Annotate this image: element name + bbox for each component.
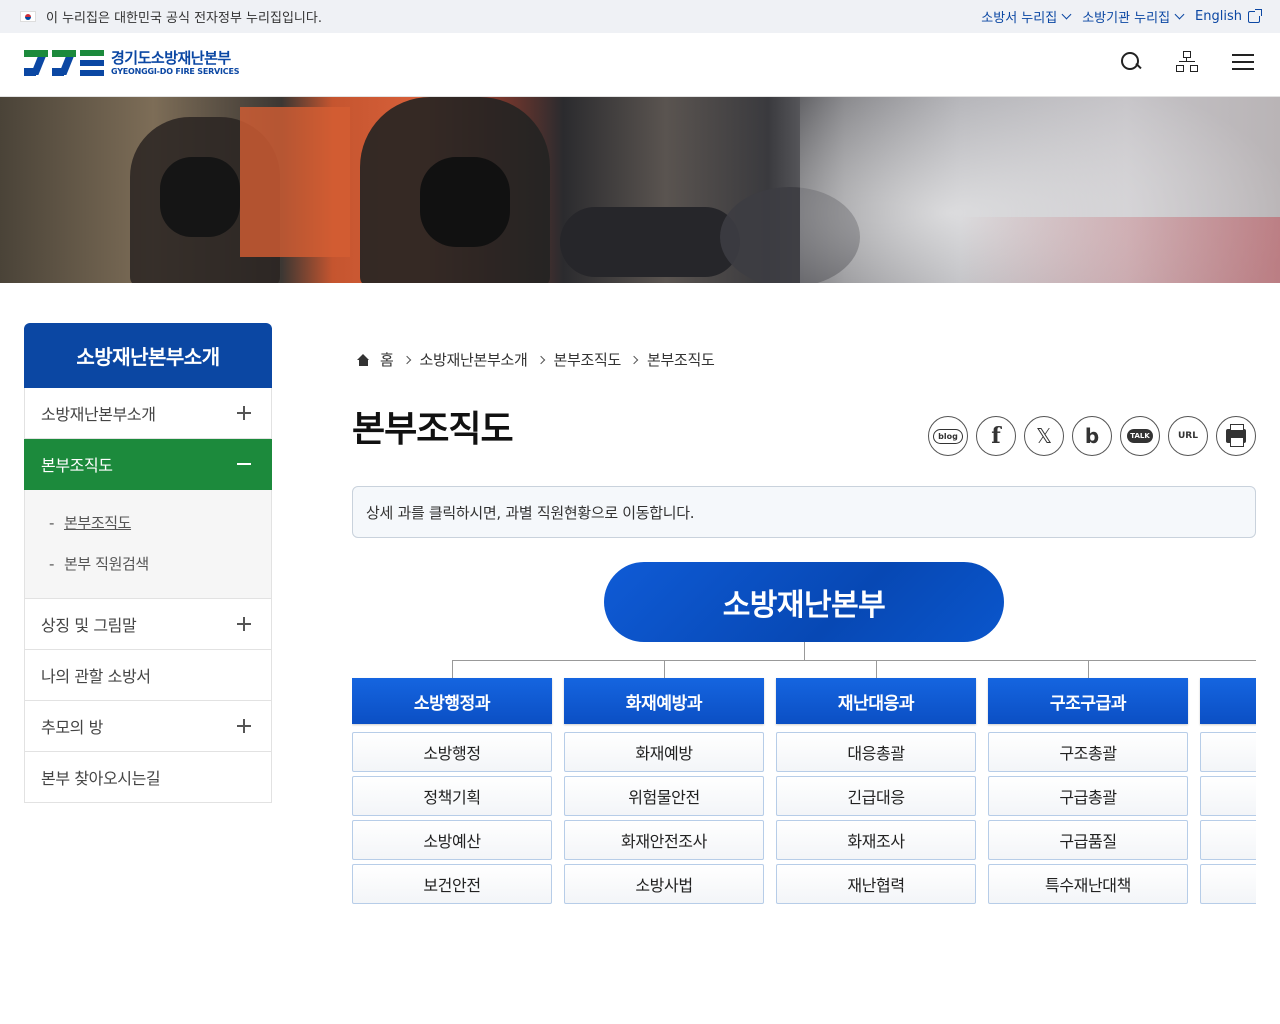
sidebar-item-intro[interactable]: 소방재난본부소개 xyxy=(24,388,272,439)
chevron-right-icon xyxy=(629,355,639,364)
band-icon[interactable]: b xyxy=(1072,416,1112,456)
team-box[interactable]: 소방행정 xyxy=(352,732,552,772)
gov-notice: 이 누리집은 대한민국 공식 전자정부 누리집입니다. xyxy=(20,0,322,33)
menu-icon[interactable] xyxy=(1232,51,1254,73)
breadcrumb-home[interactable]: 홈 xyxy=(380,349,394,370)
team-box[interactable]: 구급품질 xyxy=(988,820,1188,860)
chevron-down-icon xyxy=(1061,9,1072,20)
breadcrumb-level-1[interactable]: 소방재난본부소개 xyxy=(420,349,528,370)
sidebar-sub-item-org-chart[interactable]: 본부조직도 xyxy=(49,502,271,543)
sitemap-icon[interactable] xyxy=(1176,51,1198,73)
team-box[interactable]: 화재예방 xyxy=(564,732,764,772)
plus-icon xyxy=(237,406,251,420)
logo-korean-name: 경기도소방재난본부 xyxy=(111,48,231,67)
chevron-right-icon xyxy=(402,355,411,364)
connector-line xyxy=(452,660,453,678)
team-box[interactable] xyxy=(1200,820,1256,860)
connector-line xyxy=(664,660,665,678)
team-box[interactable] xyxy=(1200,776,1256,816)
share-toolbar: blog f 𝕏 b TALK URL xyxy=(928,416,1256,456)
dept-fire-admin[interactable]: 소방행정과 xyxy=(352,678,552,724)
team-box[interactable] xyxy=(1200,732,1256,772)
team-box[interactable]: 구급총괄 xyxy=(988,776,1188,816)
hero-banner-image xyxy=(0,97,1280,283)
sidebar-title: 소방재난본부소개 xyxy=(24,323,272,388)
kakaotalk-icon[interactable]: TALK xyxy=(1120,416,1160,456)
team-box[interactable] xyxy=(1200,864,1256,904)
team-box[interactable]: 위험물안전 xyxy=(564,776,764,816)
connector-line xyxy=(804,642,805,660)
breadcrumb-level-2[interactable]: 본부조직도 xyxy=(554,349,622,370)
chevron-down-icon xyxy=(1174,9,1185,20)
x-icon[interactable]: 𝕏 xyxy=(1024,416,1064,456)
gov-links: 소방서 누리집 소방기관 누리집 English xyxy=(981,0,1262,33)
info-notice: 상세 과를 클릭하시면, 과별 직원현황으로 이동합니다. xyxy=(352,486,1256,538)
connector-line xyxy=(452,660,1256,661)
team-box[interactable]: 소방예산 xyxy=(352,820,552,860)
sidebar-nav: 소방재난본부소개 소방재난본부소개 본부조직도 본부조직도 본부 직원검색 상징… xyxy=(24,323,272,803)
dept-fire-prevention[interactable]: 화재예방과 xyxy=(564,678,764,724)
gov-banner: 이 누리집은 대한민국 공식 전자정부 누리집입니다. 소방서 누리집 소방기관… xyxy=(0,0,1280,33)
sidebar-sub-list: 본부조직도 본부 직원검색 xyxy=(24,490,272,599)
sidebar-item-org-chart[interactable]: 본부조직도 xyxy=(24,439,272,490)
gov-notice-text: 이 누리집은 대한민국 공식 전자정부 누리집입니다. xyxy=(46,11,322,26)
dept-rescue-ems[interactable]: 구조구급과 xyxy=(988,678,1188,724)
org-root-node[interactable]: 소방재난본부 xyxy=(604,562,1004,642)
korea-flag-icon xyxy=(20,11,36,22)
site-logo[interactable]: 경기도소방재난본부 GYEONGGI-DO FIRE SERVICES xyxy=(24,48,240,78)
logo-english-name: GYEONGGI-DO FIRE SERVICES xyxy=(111,66,240,76)
chevron-right-icon xyxy=(536,355,545,364)
url-copy-icon[interactable]: URL xyxy=(1168,416,1208,456)
team-box[interactable]: 화재안전조사 xyxy=(564,820,764,860)
sidebar-item-memorial[interactable]: 추모의 방 xyxy=(24,701,272,752)
breadcrumb-current: 본부조직도 xyxy=(647,351,715,369)
org-chart: 소방행정과 소방행정 정책기획 소방예산 보건안전 화재예방과 화재예방 위험물… xyxy=(352,642,1256,912)
dept-next-clipped[interactable] xyxy=(1200,678,1256,724)
plus-icon xyxy=(237,719,251,733)
plus-icon xyxy=(237,617,251,631)
connector-line xyxy=(876,660,877,678)
sidebar-sub-item-staff-search[interactable]: 본부 직원검색 xyxy=(49,543,271,584)
team-box[interactable]: 재난협력 xyxy=(776,864,976,904)
minus-icon xyxy=(237,463,251,465)
dept-disaster-response[interactable]: 재난대응과 xyxy=(776,678,976,724)
page-title: 본부조직도 xyxy=(352,409,514,450)
sidebar-item-directions[interactable]: 본부 찾아오시는길 xyxy=(24,752,272,803)
team-box[interactable]: 소방사법 xyxy=(564,864,764,904)
logo-mark-icon xyxy=(24,48,104,78)
team-box[interactable]: 특수재난대책 xyxy=(988,864,1188,904)
blog-icon[interactable]: blog xyxy=(928,416,968,456)
team-box[interactable]: 화재조사 xyxy=(776,820,976,860)
print-icon[interactable] xyxy=(1216,416,1256,456)
team-box[interactable]: 대응총괄 xyxy=(776,732,976,772)
facebook-icon[interactable]: f xyxy=(976,416,1016,456)
fire-agency-sites-link[interactable]: 소방기관 누리집 xyxy=(1082,7,1185,26)
team-box[interactable]: 긴급대응 xyxy=(776,776,976,816)
team-box[interactable]: 정책기획 xyxy=(352,776,552,816)
team-box[interactable]: 보건안전 xyxy=(352,864,552,904)
team-box[interactable]: 구조총괄 xyxy=(988,732,1188,772)
sidebar-item-my-station[interactable]: 나의 관할 소방서 xyxy=(24,650,272,701)
connector-line xyxy=(1088,660,1089,678)
fire-station-sites-link[interactable]: 소방서 누리집 xyxy=(981,7,1072,26)
home-icon xyxy=(357,353,370,366)
site-header: 경기도소방재난본부 GYEONGGI-DO FIRE SERVICES xyxy=(0,33,1280,97)
external-link-icon xyxy=(1248,8,1262,23)
english-site-link[interactable]: English xyxy=(1195,8,1262,24)
sidebar-item-symbols[interactable]: 상징 및 그림말 xyxy=(24,599,272,650)
breadcrumb: 홈 소방재난본부소개 본부조직도 본부조직도 xyxy=(357,349,715,370)
search-icon[interactable] xyxy=(1120,51,1142,73)
